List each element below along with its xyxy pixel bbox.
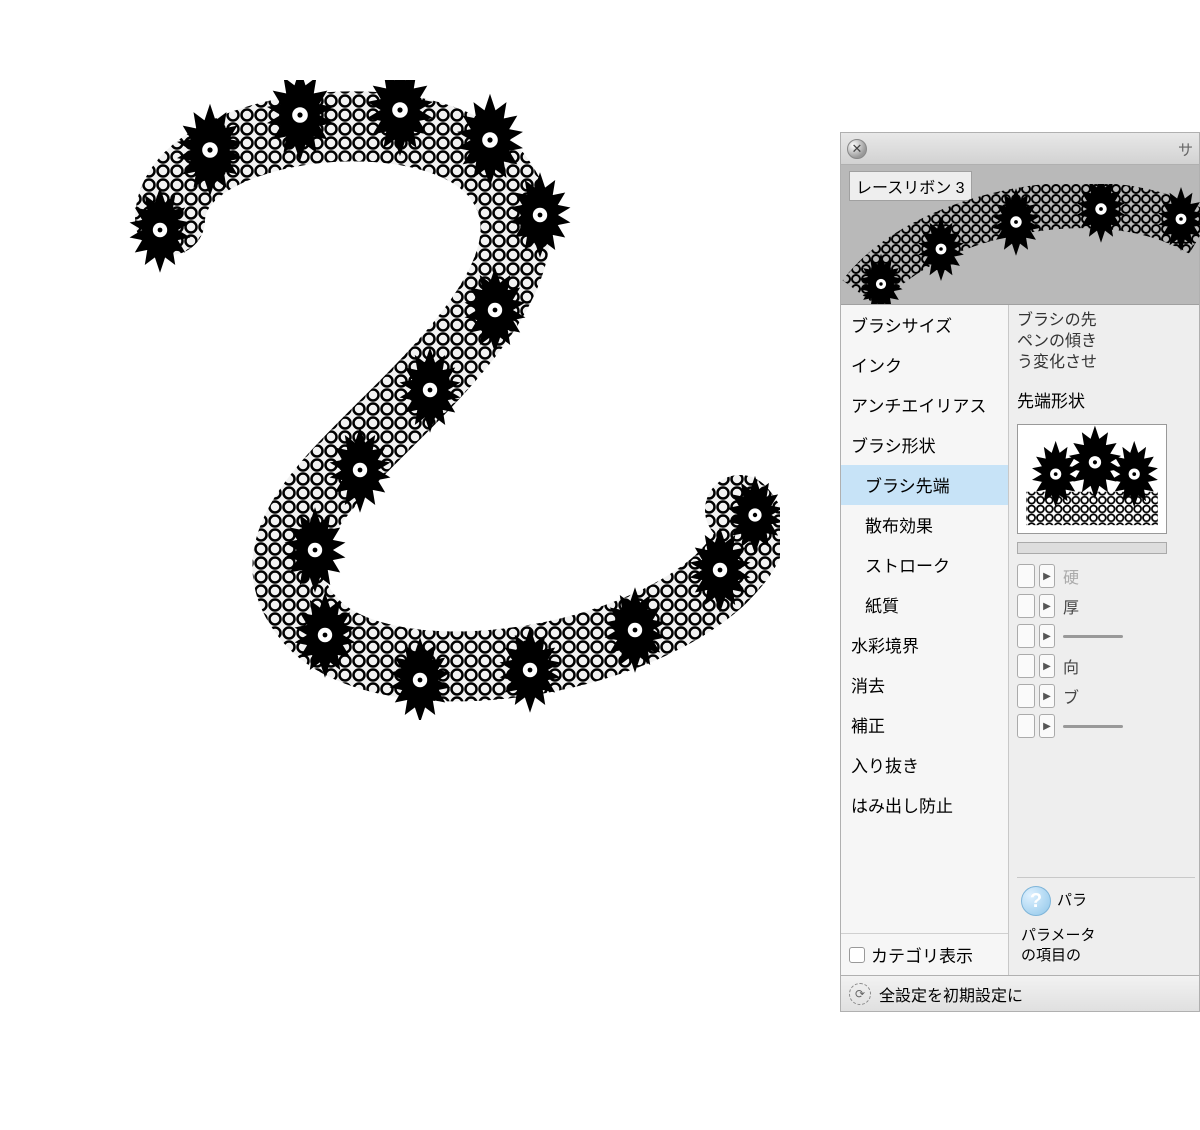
- category-item[interactable]: 水彩境界: [841, 625, 1008, 665]
- detail-description: ブラシの先 ペンの傾き う変化させ: [1017, 311, 1195, 373]
- category-item[interactable]: ブラシ先端: [841, 465, 1008, 505]
- expand-icon[interactable]: ▶: [1039, 624, 1055, 648]
- expand-icon[interactable]: ▶: [1039, 654, 1055, 678]
- category-item[interactable]: 入り抜き: [841, 745, 1008, 785]
- tip-shape-label: 先端形状: [1017, 387, 1195, 412]
- expand-icon[interactable]: ▶: [1039, 714, 1055, 738]
- slider-row: ▶硬: [1017, 564, 1195, 588]
- category-list: ブラシサイズインクアンチエイリアスブラシ形状ブラシ先端散布効果ストローク紙質水彩…: [841, 305, 1009, 975]
- reset-icon[interactable]: ⟳: [849, 983, 871, 1005]
- panel-titlebar[interactable]: ✕ サ: [841, 133, 1199, 165]
- expand-icon[interactable]: ▶: [1039, 564, 1055, 588]
- close-icon: ✕: [852, 142, 863, 155]
- brush-stroke-preview: [100, 80, 780, 720]
- slider-checkbox[interactable]: [1017, 654, 1035, 678]
- category-item[interactable]: はみ出し防止: [841, 785, 1008, 825]
- category-toggle-checkbox[interactable]: [849, 947, 865, 963]
- category-item[interactable]: 紙質: [841, 585, 1008, 625]
- help-title: パラ: [1057, 891, 1087, 911]
- category-toggle-label: カテゴリ表示: [871, 942, 973, 967]
- expand-icon[interactable]: ▶: [1039, 594, 1055, 618]
- category-item[interactable]: アンチエイリアス: [841, 385, 1008, 425]
- slider-row: ▶厚: [1017, 594, 1195, 618]
- slider-checkbox[interactable]: [1017, 594, 1035, 618]
- slider-label: 厚: [1063, 594, 1079, 618]
- slider-label: 硬: [1063, 564, 1079, 588]
- slider-row: ▶: [1017, 714, 1195, 738]
- slider-label: 向: [1063, 654, 1079, 678]
- slider-row: ▶向: [1017, 654, 1195, 678]
- slider-row: ▶: [1017, 624, 1195, 648]
- slider-checkbox[interactable]: [1017, 564, 1035, 588]
- slider-label: ブ: [1063, 684, 1079, 708]
- category-item[interactable]: インク: [841, 345, 1008, 385]
- help-block: ? パラ: [1017, 877, 1195, 920]
- reset-label[interactable]: 全設定を初期設定に: [879, 982, 1023, 1006]
- category-item[interactable]: ブラシサイズ: [841, 305, 1008, 345]
- canvas-area[interactable]: [0, 0, 840, 1130]
- brush-preview-area: レースリボン 3: [841, 165, 1199, 305]
- slider-checkbox[interactable]: [1017, 624, 1035, 648]
- category-toggle-row: カテゴリ表示: [841, 933, 1008, 975]
- category-item[interactable]: 消去: [841, 665, 1008, 705]
- slider-checkbox[interactable]: [1017, 684, 1035, 708]
- tip-shape-scrollbar[interactable]: [1017, 542, 1167, 554]
- slider-row: ▶ブ: [1017, 684, 1195, 708]
- category-item[interactable]: 散布効果: [841, 505, 1008, 545]
- help-body-2: の項目の: [1021, 946, 1191, 966]
- tip-shape-icon: [1018, 425, 1166, 533]
- slider-track[interactable]: [1063, 635, 1123, 638]
- slider-checkbox[interactable]: [1017, 714, 1035, 738]
- category-item[interactable]: ブラシ形状: [841, 425, 1008, 465]
- tip-shape-thumbnail[interactable]: [1017, 424, 1167, 534]
- detail-pane: ブラシの先 ペンの傾き う変化させ 先端形状 ▶硬▶厚▶▶向▶ブ▶: [1009, 305, 1199, 975]
- expand-icon[interactable]: ▶: [1039, 684, 1055, 708]
- slider-track[interactable]: [1063, 725, 1123, 728]
- help-body-1: パラメータ: [1021, 926, 1191, 946]
- category-item[interactable]: ストローク: [841, 545, 1008, 585]
- brush-settings-panel: ✕ サ レースリボン 3 ブラシサイズインクアンチエイリアスブラシ形状ブラシ先端…: [840, 132, 1200, 1012]
- help-icon[interactable]: ?: [1021, 886, 1051, 916]
- panel-title-hint: サ: [1178, 139, 1193, 160]
- close-button[interactable]: ✕: [847, 139, 867, 159]
- panel-footer: ⟳ 全設定を初期設定に: [841, 975, 1199, 1011]
- brush-preview-stroke: [841, 184, 1200, 304]
- category-item[interactable]: 補正: [841, 705, 1008, 745]
